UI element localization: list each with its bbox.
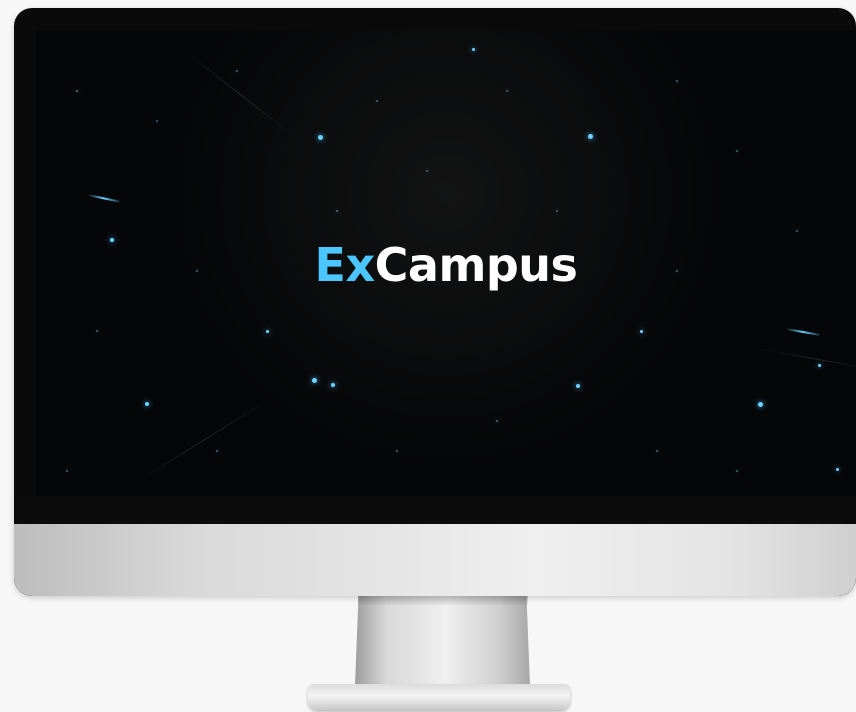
monitor-chin [14, 524, 856, 596]
star [318, 135, 323, 140]
star [216, 450, 218, 452]
monitor-base [308, 684, 570, 710]
star [96, 330, 98, 332]
star [656, 450, 658, 452]
star [640, 330, 643, 333]
star [676, 80, 678, 82]
star [331, 383, 335, 387]
star [758, 402, 763, 407]
star [156, 120, 158, 122]
star [396, 450, 398, 452]
logo-prefix: Ex [314, 238, 376, 292]
logo-suffix: Campus [374, 238, 578, 292]
faint-streak [755, 348, 856, 370]
star [76, 90, 78, 92]
faint-streak [183, 50, 295, 138]
monitor-stand [355, 596, 530, 686]
star [556, 210, 558, 212]
star [426, 170, 428, 172]
star [66, 470, 68, 472]
stand-shadow [358, 596, 528, 606]
star [736, 470, 738, 472]
excampus-logo: ExCampus [36, 242, 856, 288]
star [818, 364, 821, 367]
star [796, 230, 798, 232]
meteor-streak [785, 328, 820, 336]
star [336, 210, 338, 212]
star [588, 134, 593, 139]
faint-streak [135, 397, 272, 483]
star [236, 70, 238, 72]
monitor-screen: ExCampus [36, 30, 856, 496]
star [496, 420, 498, 422]
star [145, 402, 149, 406]
star [506, 90, 508, 92]
scene: ExCampus [0, 0, 856, 712]
star [376, 100, 378, 102]
star [836, 468, 839, 471]
monitor-bezel-bottom [14, 496, 856, 524]
star [472, 48, 475, 51]
star [266, 330, 269, 333]
desktop-monitor: ExCampus [14, 8, 856, 596]
meteor-streak [87, 194, 120, 203]
star [736, 150, 738, 152]
star [576, 384, 580, 388]
star [312, 378, 317, 383]
